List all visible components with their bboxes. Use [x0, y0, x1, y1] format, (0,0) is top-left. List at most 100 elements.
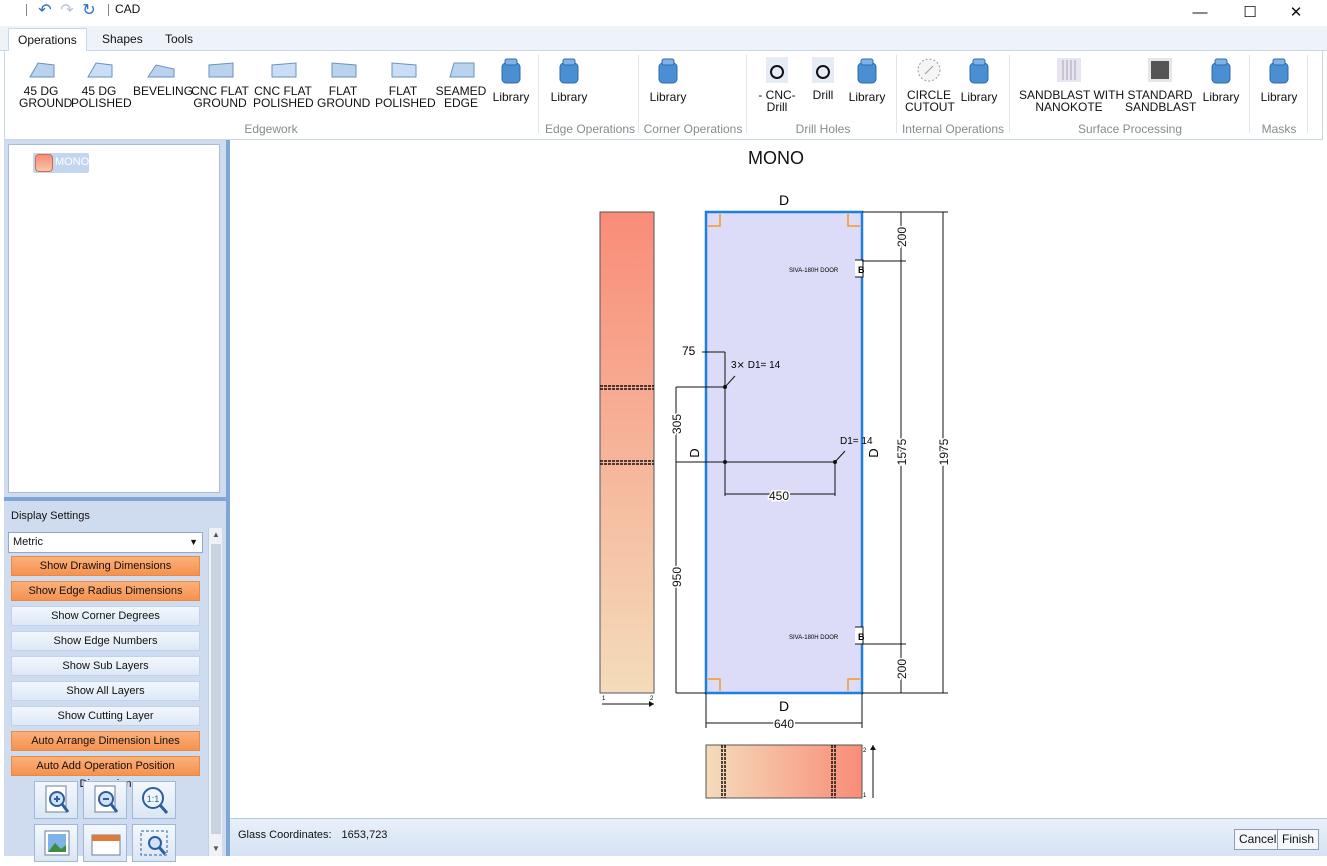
ribbon-button-internal-operations-library[interactable]: Library — [959, 57, 999, 117]
panel-splitter[interactable] — [4, 497, 226, 501]
ribbon-button-seamed-edge[interactable]: SEAMED EDGE — [435, 57, 487, 117]
separator — [108, 4, 109, 16]
cancel-button[interactable]: Cancel — [1234, 829, 1282, 850]
redo-icon[interactable]: ↷ — [58, 2, 76, 20]
group-separator — [746, 55, 747, 133]
ribbon-button-corner-operations-library[interactable]: Library — [648, 57, 688, 117]
coords-value: 1653,723 — [341, 829, 388, 841]
display-toggle-button[interactable]: Show Cutting Layer — [11, 706, 200, 726]
group-separator — [638, 55, 639, 133]
library-icon — [559, 58, 579, 84]
ribbon-button-circle-cutout[interactable]: CIRCLE CUTOUT — [905, 57, 955, 117]
ribbon-button-label: 45 DG POLISHED — [71, 84, 132, 110]
drawing-canvas[interactable]: MONO 1 2 D D D D SIVA-180H DOOR B SIVA-1… — [230, 140, 1327, 818]
tab-shapes[interactable]: Shapes — [93, 28, 152, 52]
ribbon-button-45dg-polished[interactable]: 45 DG POLISHED — [71, 57, 132, 117]
display-toggle-button[interactable]: Show Sub Layers — [11, 656, 200, 676]
dimension-middle: 1575 — [895, 438, 909, 465]
group-separator — [896, 55, 897, 133]
edge-profile-icon — [29, 62, 55, 78]
edge-profile-icon — [271, 62, 297, 78]
unit-select[interactable]: Metric ▼ — [8, 532, 203, 553]
scroll-thumb[interactable] — [211, 544, 221, 834]
display-toggle-button[interactable]: Show Corner Degrees — [11, 606, 200, 626]
scroll-down-icon[interactable]: ▼ — [209, 842, 223, 856]
glass-panel-outline[interactable] — [704, 210, 864, 695]
display-toggle-button[interactable]: Show Drawing Dimensions — [11, 556, 200, 576]
library-icon — [857, 58, 877, 84]
ribbon-button-flat-ground[interactable]: FLAT GROUND — [317, 57, 370, 117]
ribbon-button-label: CNC FLAT POLISHED — [253, 84, 314, 110]
group-label-surface-processing: Surface Processing — [1077, 122, 1183, 136]
ribbon-button-edge-operations-library[interactable]: Library — [549, 57, 589, 117]
dimension-lower-y: 950 — [670, 567, 684, 587]
ribbon-button-surface-processing-library[interactable]: Library — [1201, 57, 1241, 117]
side-profile: 1 2 — [599, 211, 655, 707]
tab-operations[interactable]: Operations — [8, 28, 87, 52]
dimension-top-offset: 200 — [895, 227, 909, 247]
ribbon-button-label: Drill — [812, 88, 834, 102]
settings-scrollbar[interactable]: ▲ ▼ — [208, 528, 222, 856]
display-toggle-button[interactable]: Show Edge Radius Dimensions — [11, 581, 200, 601]
ribbon-button-masks-library[interactable]: Library — [1259, 57, 1299, 117]
edge-profile-icon — [391, 62, 417, 78]
group-separator — [538, 55, 539, 133]
display-toggle-button[interactable]: Auto Add Operation Position Dimension — [11, 756, 200, 790]
edge-profile-icon — [449, 62, 475, 78]
group-label-edgework: Edgework — [244, 122, 298, 136]
coords-label: Glass Coordinates: — [238, 829, 332, 841]
ribbon-button-drill[interactable]: Drill — [805, 57, 841, 117]
ribbon-button-standard-sandblast[interactable]: STANDARD SANDBLAST — [1125, 57, 1196, 117]
ruler-button[interactable] — [83, 824, 127, 862]
zoom-actual-size-icon: 1:1 — [142, 787, 169, 814]
ribbon-button-cnc-flat-ground[interactable]: CNC FLAT GROUND — [191, 57, 249, 117]
zoom-selection-button[interactable] — [132, 824, 176, 862]
ribbon-button-sandblast-with-nanokote[interactable]: SANDBLAST WITH NANOKOTE — [1019, 57, 1124, 117]
edge-number: 2 — [650, 696, 654, 702]
ribbon-button-label: Library — [550, 90, 588, 104]
minimize-button[interactable]: — — [1180, 2, 1220, 24]
hinge-label: SIVA-180H DOOR — [789, 635, 839, 641]
ribbon-button-label: CNC FLAT GROUND — [191, 84, 249, 110]
refresh-icon[interactable]: ↻ — [80, 2, 98, 20]
ribbon-button-45dg-ground[interactable]: 45 DG GROUND — [19, 57, 73, 117]
zoom-in-button[interactable] — [34, 781, 78, 819]
glass-panel[interactable] — [704, 210, 864, 695]
finish-button[interactable]: Finish — [1277, 829, 1320, 850]
top-profile-glass — [705, 744, 863, 799]
ribbon-button-flat-polished[interactable]: FLAT POLISHED — [375, 57, 436, 117]
zoom-out-button[interactable] — [83, 781, 127, 819]
ribbon-button-label: 45 DG GROUND — [19, 84, 73, 110]
cad-drawing[interactable]: 1 2 D D D D SIVA-180H DOOR B SIVA-180H D… — [230, 140, 1327, 818]
scroll-up-icon[interactable]: ▲ — [209, 528, 223, 542]
display-toggle-button[interactable]: Auto Arrange Dimension Lines — [11, 731, 200, 751]
ribbon-button-beveling[interactable]: BEVELING — [133, 57, 194, 117]
ribbon-button-label: BEVELING — [133, 84, 194, 98]
glass-coordinates: Glass Coordinates: 1653,723 — [238, 829, 387, 841]
ribbon-button-label: Library — [1260, 90, 1298, 104]
zoom-selection-icon — [140, 830, 168, 856]
display-toggle-button[interactable]: Show Edge Numbers — [11, 631, 200, 651]
maximize-button[interactable]: ☐ — [1230, 2, 1270, 24]
ribbon-button-drill-holes-library[interactable]: Library — [847, 57, 887, 117]
hinge-mark: B — [858, 265, 865, 275]
zoom-in-icon — [45, 785, 70, 813]
sandblast-nanokote-icon — [1057, 58, 1081, 82]
ribbon-button-cnc-drill[interactable]: - CNC- Drill — [755, 57, 799, 117]
ribbon-button-cnc-flat-polished[interactable]: CNC FLAT POLISHED — [253, 57, 314, 117]
ribbon-button-label: Library — [848, 90, 886, 104]
zoom-image-button[interactable] — [34, 824, 78, 862]
ribbon-button-edgework-library[interactable]: Library — [491, 57, 531, 117]
title-bar: ↶ ↷ ↻ CAD — ☐ ✕ — [0, 0, 1327, 26]
library-icon — [658, 58, 678, 84]
circle-cutout-icon — [917, 58, 941, 82]
undo-icon[interactable]: ↶ — [36, 2, 54, 20]
close-button[interactable]: ✕ — [1276, 2, 1316, 24]
display-toggle-button[interactable]: Show All Layers — [11, 681, 200, 701]
zoom-actual-size-button[interactable]: 1:1 — [132, 781, 176, 819]
edge-profile-icon — [147, 64, 175, 78]
tree-item-mono[interactable]: MONO — [33, 153, 89, 173]
library-icon — [501, 58, 521, 84]
tab-tools[interactable]: Tools — [156, 28, 202, 52]
edge-profile-icon — [331, 62, 357, 78]
